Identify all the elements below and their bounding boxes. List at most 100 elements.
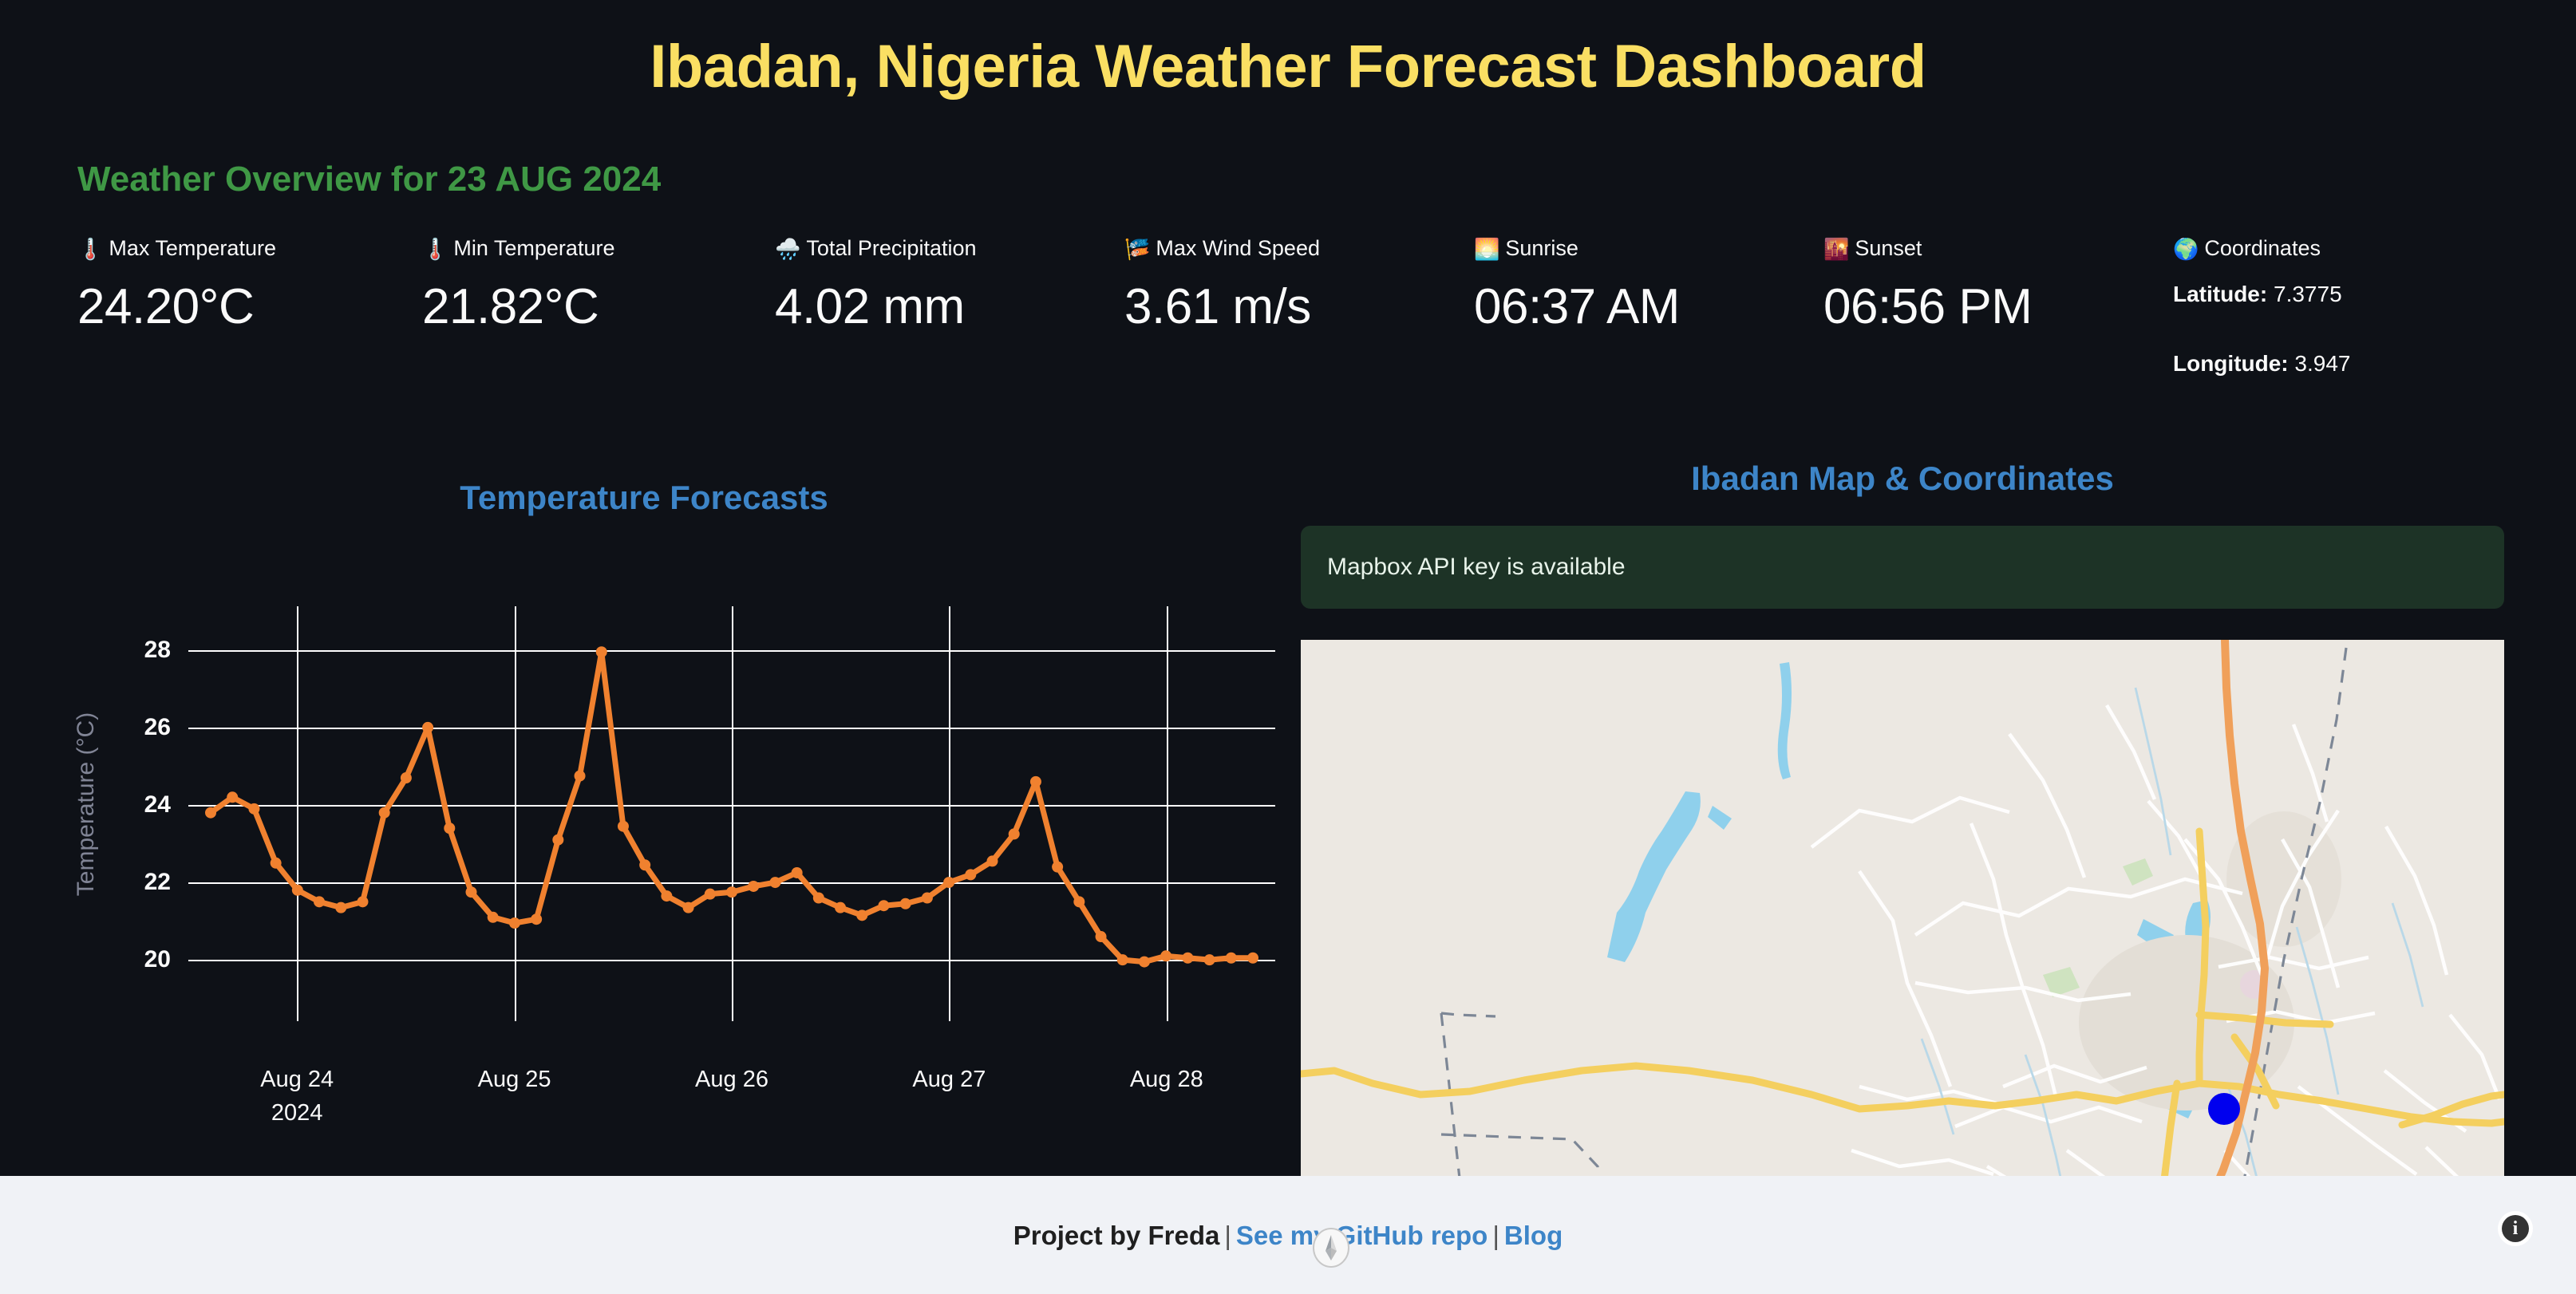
chart-data-point[interactable] [335,902,346,913]
temperature-chart-panel: Temperature Forecasts Temperature (°C) T… [0,479,1288,1141]
chart-x-tick-label: Aug 26 [695,1063,768,1096]
metric-label: 🌡️ Max Temperature [77,238,276,259]
chart-data-point[interactable] [1204,954,1215,965]
chart-data-point[interactable] [1226,953,1237,964]
map-base-layer [1301,640,2504,1217]
globe-icon: 🌍 [2173,239,2199,259]
thermometer-icon: 🌡️ [422,239,448,259]
chart-data-point[interactable] [618,821,629,832]
chart-data-point[interactable] [1117,954,1128,965]
chart-data-point[interactable] [965,869,976,880]
chart-data-point[interactable] [900,898,911,909]
chart-data-point[interactable] [1160,950,1171,961]
chart-data-point[interactable] [466,886,477,898]
chart-data-point[interactable] [444,823,455,834]
chart-data-point[interactable] [683,902,694,913]
chart-x-tick-label: Aug 27 [912,1063,986,1096]
mapbox-map[interactable]: OlosunAnilelerinAiyetoroIgbonaOludeAdemu… [1301,640,2504,1217]
chart-data-point[interactable] [1052,862,1063,873]
metric-value: 4.02 mm [775,278,977,335]
chart-title: Temperature Forecasts [0,479,1288,517]
metric-label: 🎏 Max Wind Speed [1124,238,1320,259]
metric-sunset: 🌇 Sunset 06:56 PM [1823,238,2032,335]
metric-label: 🌧️ Total Precipitation [775,238,977,259]
footer: Project by Freda|See my GitHub repo|Blog… [0,1176,2576,1294]
footer-credits: Project by Freda|See my GitHub repo|Blog [0,1221,2576,1251]
chart-data-point[interactable] [1096,931,1107,942]
footer-project-text: Project by Freda [1013,1221,1220,1250]
chart-data-point[interactable] [1009,828,1020,839]
compass-icon[interactable] [1310,1227,1352,1276]
chart-data-point[interactable] [987,855,998,866]
chart-data-point[interactable] [357,896,368,907]
chart-data-point[interactable] [552,834,563,846]
chart-data-point[interactable] [878,900,889,911]
chart-data-point[interactable] [422,722,433,733]
chart-data-point[interactable] [813,893,824,904]
map-title: Ibadan Map & Coordinates [1301,460,2504,498]
chart-data-point[interactable] [1073,896,1085,907]
chart-data-point[interactable] [1030,776,1041,787]
sunrise-icon: 🌅 [1474,239,1499,259]
chart-data-point[interactable] [943,877,954,888]
chart-data-point[interactable] [835,902,846,913]
info-icon[interactable]: i [2498,1211,2533,1246]
chart-data-point[interactable] [379,807,390,819]
wind-flag-icon: 🎏 [1124,239,1150,259]
metric-value: 24.20°C [77,278,276,335]
chart-x-tick-label: Aug 28 [1130,1063,1203,1096]
github-repo-link[interactable]: See my GitHub repo [1236,1221,1488,1250]
chart-data-point[interactable] [705,889,716,900]
metric-label-text: Max Wind Speed [1156,238,1320,259]
chart-data-point[interactable] [596,646,607,657]
mapbox-status-alert: Mapbox API key is available [1301,526,2504,609]
latitude-label: Latitude: [2173,282,2267,306]
temperature-line-series [188,619,1275,991]
metric-label-text: Max Temperature [109,238,276,259]
chart-data-point[interactable] [661,890,672,901]
chart-data-point[interactable] [509,917,520,929]
metric-sunrise: 🌅 Sunrise 06:37 AM [1474,238,1680,335]
metric-min-temperature: 🌡️ Min Temperature 21.82°C [422,238,614,335]
chart-y-tick-label: 26 [144,714,171,741]
chart-data-point[interactable] [748,881,759,892]
metric-label-text: Min Temperature [453,238,614,259]
blog-link[interactable]: Blog [1504,1221,1563,1250]
metric-label: 🌇 Sunset [1823,238,2032,259]
map-panel: Ibadan Map & Coordinates Mapbox API key … [1301,460,2504,1178]
chart-y-tick-label: 28 [144,637,171,664]
chart-data-point[interactable] [575,771,586,782]
chart-data-point[interactable] [488,912,499,923]
metric-label-text: Coordinates [2204,238,2321,259]
metric-coordinates: 🌍 Coordinates Latitude: 7.3775 Longitude… [2173,238,2350,377]
location-marker[interactable] [2208,1093,2240,1125]
chart-x-tick-label: Aug 242024 [260,1063,334,1130]
chart-data-point[interactable] [856,909,867,921]
chart-data-point[interactable] [922,893,933,904]
metric-label-text: Total Precipitation [806,238,976,259]
info-glyph: i [2502,1215,2529,1242]
metric-total-precipitation: 🌧️ Total Precipitation 4.02 mm [775,238,977,335]
chart-data-point[interactable] [227,791,238,803]
thermometer-icon: 🌡️ [77,239,103,259]
metrics-row: 🌡️ Max Temperature 24.20°C 🌡️ Min Temper… [77,238,2503,405]
chart-data-point[interactable] [314,896,325,907]
footer-separator-1: | [1219,1221,1236,1250]
chart-data-point[interactable] [248,803,259,815]
page-title: Ibadan, Nigeria Weather Forecast Dashboa… [0,32,2576,101]
chart-y-axis-label: Temperature (°C) [73,712,100,896]
chart-data-point[interactable] [205,807,216,819]
chart-data-point[interactable] [271,858,282,869]
chart-data-point[interactable] [401,772,412,783]
chart-data-point[interactable] [292,885,303,896]
longitude-label: Longitude: [2173,351,2289,376]
chart-data-point[interactable] [726,886,737,898]
chart-data-point[interactable] [1247,953,1258,964]
chart-data-point[interactable] [1139,957,1150,968]
chart-data-point[interactable] [769,877,780,888]
chart-data-point[interactable] [639,859,650,870]
rain-cloud-icon: 🌧️ [775,239,800,259]
chart-data-point[interactable] [531,913,542,925]
chart-data-point[interactable] [792,867,803,878]
chart-data-point[interactable] [1182,953,1193,964]
